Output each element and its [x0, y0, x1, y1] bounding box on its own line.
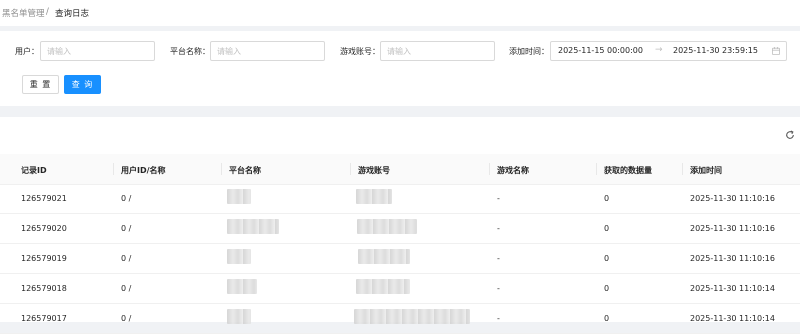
- cell-game: -: [497, 224, 500, 233]
- redacted-platform: [227, 189, 251, 204]
- calendar-icon[interactable]: [772, 47, 780, 55]
- refresh-icon[interactable]: [785, 130, 795, 140]
- cell-record-id: 126579018: [21, 284, 67, 293]
- table-card: 记录ID 用户ID/名称 平台名称 游戏账号 游戏名称 获取的数据量 添加时间 …: [0, 117, 800, 334]
- cell-time: 2025-11-30 11:10:16: [690, 254, 775, 263]
- col-divider: [113, 163, 114, 175]
- table-row[interactable]: 126579020 0 / - 0 2025-11-30 11:10:16: [0, 214, 800, 244]
- time-end[interactable]: 2025-11-30 23:59:15: [673, 46, 758, 55]
- redacted-platform: [227, 219, 279, 234]
- col-time: 添加时间: [690, 166, 722, 175]
- col-count: 获取的数据量: [604, 166, 652, 175]
- col-divider: [682, 163, 683, 175]
- query-button[interactable]: 查 询: [64, 75, 101, 94]
- cell-count: 0: [604, 224, 610, 233]
- cell-time: 2025-11-30 11:10:16: [690, 224, 775, 233]
- redacted-platform: [227, 249, 251, 264]
- cell-count: 0: [604, 194, 610, 203]
- cell-record-id: 126579020: [21, 224, 67, 233]
- col-platform: 平台名称: [229, 166, 261, 175]
- cell-user: 0 /: [121, 194, 132, 203]
- cell-time: 2025-11-30 11:10:16: [690, 194, 775, 203]
- user-input[interactable]: [40, 41, 155, 61]
- user-label: 用户：: [15, 47, 39, 56]
- table-row[interactable]: 126579021 0 / - 0 2025-11-30 11:10:16: [0, 184, 800, 214]
- account-input[interactable]: [380, 41, 495, 61]
- time-label: 添加时间：: [509, 47, 549, 56]
- cell-count: 0: [604, 254, 610, 263]
- cell-record-id: 126579021: [21, 194, 67, 203]
- cell-count: 0: [604, 284, 610, 293]
- col-divider: [350, 163, 351, 175]
- platform-input[interactable]: [210, 41, 325, 61]
- col-divider: [489, 163, 490, 175]
- col-game: 游戏名称: [497, 166, 529, 175]
- table-header: 记录ID 用户ID/名称 平台名称 游戏账号 游戏名称 获取的数据量 添加时间: [0, 154, 800, 185]
- col-divider: [221, 163, 222, 175]
- col-account: 游戏账号: [358, 166, 390, 175]
- breadcrumb-current: 查询日志: [55, 9, 90, 19]
- table-row[interactable]: 126579018 0 / - 0 2025-11-30 11:10:14: [0, 274, 800, 304]
- account-label: 游戏账号：: [340, 47, 380, 56]
- redacted-account: [357, 219, 417, 234]
- cell-game: -: [497, 284, 500, 293]
- cell-game: -: [497, 254, 500, 263]
- cell-user: 0 /: [121, 254, 132, 263]
- time-range-picker[interactable]: 2025-11-15 00:00:00 → 2025-11-30 23:59:1…: [550, 41, 787, 61]
- redacted-account: [356, 279, 410, 294]
- table-row[interactable]: 126579019 0 / - 0 2025-11-30 11:10:16: [0, 244, 800, 274]
- cell-time: 2025-11-30 11:10:14: [690, 284, 775, 293]
- breadcrumb-root[interactable]: 黑名单管理: [2, 7, 45, 19]
- filter-panel: 用户： 平台名称： 游戏账号： 添加时间： 2025-11-15 00:00:0…: [0, 31, 800, 106]
- cell-record-id: 126579019: [21, 254, 67, 263]
- col-user: 用户ID/名称: [121, 166, 166, 175]
- time-start[interactable]: 2025-11-15 00:00:00: [558, 46, 643, 55]
- table-row[interactable]: 126579017 0 / - 0 2025-11-30 11:10:14: [0, 304, 800, 334]
- redacted-account: [356, 189, 392, 204]
- redacted-account: [358, 249, 410, 264]
- platform-label: 平台名称：: [170, 47, 210, 56]
- breadcrumb-separator: /: [46, 7, 49, 17]
- cell-user: 0 /: [121, 284, 132, 293]
- redacted-platform: [227, 279, 257, 294]
- col-divider: [596, 163, 597, 175]
- reset-button[interactable]: 重 置: [22, 75, 59, 94]
- col-record-id: 记录ID: [21, 166, 47, 175]
- cell-user: 0 /: [121, 224, 132, 233]
- range-arrow: →: [655, 45, 663, 55]
- cell-game: -: [497, 194, 500, 203]
- breadcrumb-bar: 黑名单管理 / 查询日志: [0, 0, 800, 26]
